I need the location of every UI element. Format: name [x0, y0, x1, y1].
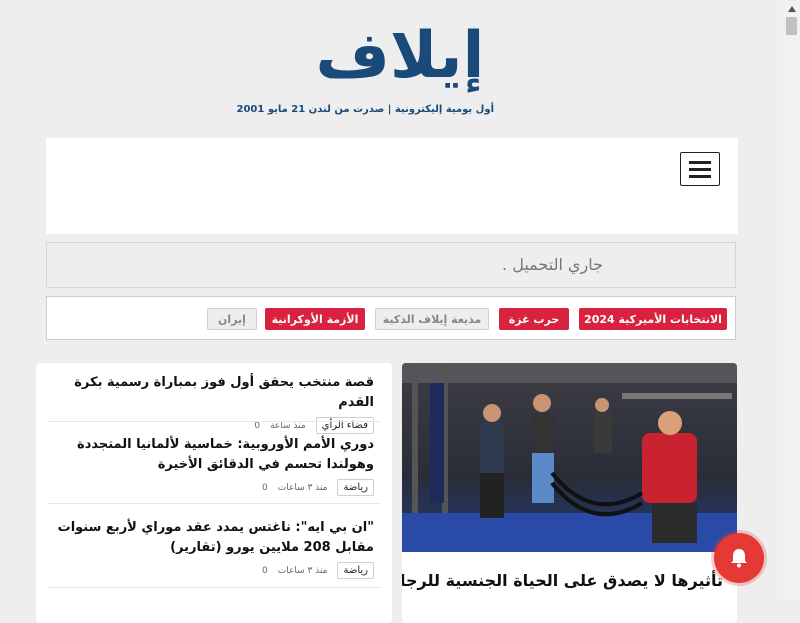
- loading-text: جاري التحميل .: [502, 255, 603, 274]
- featured-title[interactable]: تأثيرها لا يصدق على الحياة الجنسية للرجا…: [402, 571, 723, 590]
- comment-count: 0: [262, 482, 268, 493]
- tag-elaph-ai-anchor[interactable]: مذيعة إيلاف الذكية: [375, 308, 489, 330]
- notification-bell-button[interactable]: [714, 533, 764, 583]
- header-menu-panel: [46, 138, 738, 234]
- news-time: منذ ٣ ساعات: [277, 482, 328, 493]
- divider: [48, 503, 380, 504]
- site-logo[interactable]: إيلاف: [300, 20, 500, 92]
- scroll-up-arrow-icon: [787, 5, 796, 12]
- scroll-up-button[interactable]: [783, 0, 800, 17]
- news-title[interactable]: قصة منتخب يحقق أول فوز بمباراة رسمية بكر…: [48, 373, 374, 413]
- tag-gaza-war[interactable]: حرب غزة: [499, 308, 569, 330]
- category-badge[interactable]: رياضة: [337, 562, 374, 579]
- tag-iran[interactable]: إيران: [207, 308, 257, 330]
- list-item[interactable]: "ان بي ايه": ناغتس يمدد عقد موراي لأربع …: [48, 518, 374, 579]
- loading-box: جاري التحميل .: [46, 242, 736, 288]
- news-meta: فضاء الرأي منذ ساعة 0: [48, 417, 374, 434]
- news-title[interactable]: دوري الأمم الأوروبية: خماسية لألمانيا ال…: [48, 435, 374, 475]
- tag-ukraine-crisis[interactable]: الأزمة الأوكرانية: [265, 308, 365, 330]
- news-meta: رياضة منذ ٣ ساعات 0: [48, 562, 374, 579]
- tag-us-elections[interactable]: الانتخابات الأميركية 2024: [579, 308, 727, 330]
- news-meta: رياضة منذ ٣ ساعات 0: [48, 479, 374, 496]
- news-time: منذ ٣ ساعات: [277, 565, 328, 576]
- list-item[interactable]: قصة منتخب يحقق أول فوز بمباراة رسمية بكر…: [48, 373, 374, 434]
- featured-article[interactable]: تأثيرها لا يصدق على الحياة الجنسية للرجا…: [402, 363, 737, 623]
- comment-count: 0: [254, 420, 261, 431]
- comment-count: 0: [262, 565, 268, 576]
- latest-news-list: قصة منتخب يحقق أول فوز بمباراة رسمية بكر…: [36, 363, 392, 623]
- news-title[interactable]: "ان بي ايه": ناغتس يمدد عقد موراي لأربع …: [48, 518, 374, 558]
- page-scrollbar[interactable]: [783, 0, 800, 600]
- site-tagline: أول يومية إليكترونية | صدرت من لندن 21 م…: [236, 104, 495, 115]
- scroll-thumb[interactable]: [786, 17, 797, 35]
- divider: [48, 587, 380, 588]
- list-item[interactable]: دوري الأمم الأوروبية: خماسية لألمانيا ال…: [48, 435, 374, 496]
- bell-icon: [731, 549, 747, 568]
- category-badge[interactable]: فضاء الرأي: [315, 417, 374, 434]
- divider: [48, 421, 380, 422]
- news-time: منذ ساعة: [270, 420, 306, 431]
- hamburger-icon: [689, 160, 711, 164]
- featured-image[interactable]: [402, 363, 737, 552]
- topic-tags-bar: الانتخابات الأميركية 2024 حرب غزة مذيعة …: [46, 296, 736, 340]
- menu-toggle-button[interactable]: [680, 152, 720, 186]
- category-badge[interactable]: رياضة: [337, 479, 374, 496]
